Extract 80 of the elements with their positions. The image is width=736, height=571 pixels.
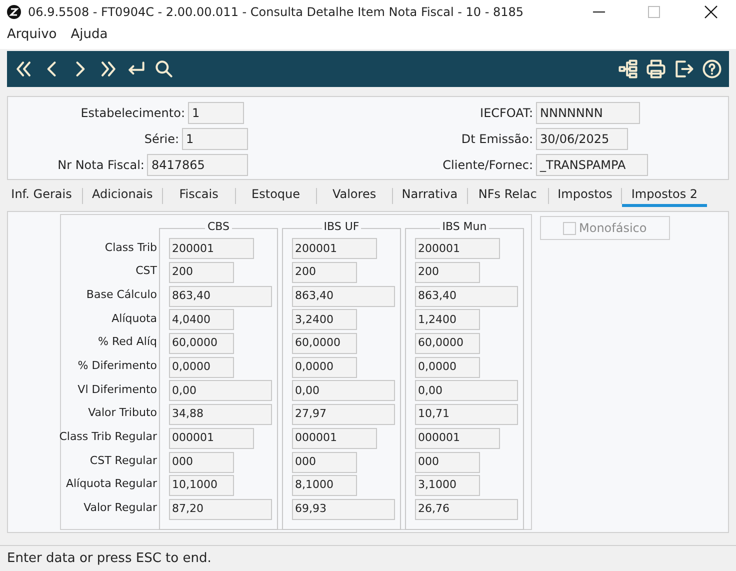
tab[interactable]: Impostos [548, 184, 622, 207]
input-field[interactable]: 000 [292, 452, 357, 473]
input-field[interactable]: 863,40 [169, 286, 272, 307]
print-icon[interactable] [645, 58, 667, 80]
field-label: Base Cálculo [85, 286, 158, 303]
input-field[interactable]: 863,40 [415, 286, 518, 307]
help-icon[interactable] [701, 58, 723, 80]
field-label: Cliente/Fornec: [442, 157, 534, 174]
input-field[interactable]: 3,1000 [415, 475, 480, 496]
tab[interactable]: Adicionais [83, 184, 162, 207]
tab[interactable]: Inf. Gerais [7, 184, 82, 207]
input-field[interactable]: 0,00 [415, 380, 518, 402]
input-field[interactable]: 87,20 [169, 498, 272, 520]
tab[interactable]: Valores [316, 184, 392, 207]
field-label: Estabelecimento: [80, 105, 186, 122]
input-field[interactable]: 10,71 [415, 404, 518, 426]
checkbox-label: Monofásico [579, 220, 647, 237]
input-field[interactable]: 000 [415, 452, 480, 473]
input-field[interactable]: 8,1000 [292, 475, 357, 496]
input-field[interactable]: 200001 [292, 238, 377, 260]
menu-item[interactable]: Ajuda [70, 25, 108, 45]
input-field[interactable]: 0,0000 [415, 356, 480, 378]
input-field[interactable]: 10,1000 [169, 475, 234, 496]
exit-icon[interactable] [673, 58, 695, 80]
tab[interactable]: Estoque [236, 184, 316, 207]
menu-item[interactable]: Arquivo [7, 25, 57, 45]
input-field[interactable]: 60,0000 [415, 333, 480, 354]
tab[interactable]: NFs Relac [468, 184, 548, 207]
field-label: % Red Alíq [97, 334, 158, 350]
input-field[interactable]: 60,0000 [292, 333, 357, 354]
input-field[interactable]: 0,00 [292, 380, 395, 402]
field-label: CST [134, 263, 158, 280]
field-label: CST Regular [88, 452, 158, 469]
field-label: Alíquota Regular [64, 476, 158, 492]
input-field[interactable]: 000 [169, 452, 234, 473]
input-field[interactable]: 1 [188, 102, 244, 124]
input-field[interactable]: 000001 [415, 428, 500, 449]
input-field[interactable]: 200 [415, 262, 480, 284]
input-field[interactable]: 1 [182, 128, 248, 150]
tab[interactable]: Narrativa [392, 184, 467, 207]
input-field[interactable]: _TRANSPAMPA [536, 154, 648, 176]
input-field[interactable]: 8417865 [147, 154, 248, 176]
input-field[interactable]: NNNNNNN [536, 102, 640, 124]
field-label: Dt Emissão: [460, 131, 534, 148]
input-field[interactable]: 3,2400 [292, 309, 357, 330]
window-title: 06.9.5508 - FT0904C - 2.00.00.011 - Consulta Detalhe Item Nota Fiscal - 10 - 8185 [28, 4, 524, 21]
input-field[interactable]: 000001 [169, 428, 254, 449]
hierarchy-icon[interactable] [617, 58, 639, 80]
field-label: Valor Regular [82, 500, 158, 516]
input-field[interactable]: 200001 [169, 238, 254, 260]
input-field[interactable]: 200 [169, 262, 234, 284]
field-label: Alíquota [110, 310, 158, 327]
field-label: Valor Tributo [87, 405, 158, 422]
field-label: Nr Nota Fiscal: [56, 157, 146, 174]
input-field[interactable]: 200001 [415, 238, 500, 260]
field-label: Class Trib [104, 240, 158, 256]
tab[interactable]: Fiscais [162, 184, 235, 207]
input-field[interactable]: 30/06/2025 [536, 128, 628, 150]
input-field[interactable]: 863,40 [292, 286, 395, 307]
input-field[interactable]: 26,76 [415, 498, 518, 520]
input-field[interactable]: 4,0400 [169, 309, 234, 330]
close-icon[interactable] [704, 5, 718, 19]
field-label: Class Trib Regular [61, 429, 158, 446]
input-field[interactable]: 27,97 [292, 404, 395, 426]
input-field[interactable]: 34,88 [169, 404, 272, 426]
input-field[interactable]: 0,0000 [169, 356, 234, 378]
field-label: % Diferimento [76, 358, 158, 374]
search-icon[interactable] [153, 58, 175, 80]
input-field[interactable]: 000001 [292, 428, 377, 449]
input-field[interactable]: 0,00 [169, 380, 272, 402]
input-field[interactable]: 60,0000 [169, 333, 234, 354]
input-field[interactable]: 1,2400 [415, 309, 480, 330]
input-field[interactable]: 69,93 [292, 498, 395, 520]
field-label: Série: [143, 131, 180, 148]
input-field[interactable]: 200 [292, 262, 357, 284]
field-label: IECFOAT: [479, 105, 534, 122]
input-field[interactable]: 0,0000 [292, 356, 357, 378]
tab[interactable]: Impostos 2 [622, 184, 707, 207]
field-label: Vl Diferimento [76, 382, 158, 398]
app-logo-icon [6, 4, 22, 20]
